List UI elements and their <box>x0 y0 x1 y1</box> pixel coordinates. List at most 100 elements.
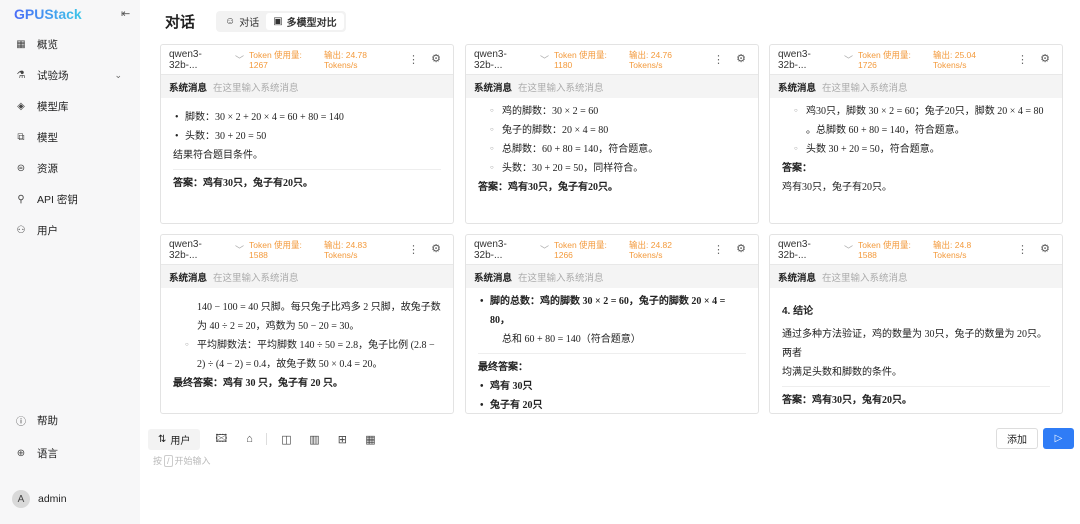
more-icon[interactable]: ⋮ <box>713 243 724 256</box>
response-content: 鸡30只，脚数 30 × 2 = 60；兔子20只，脚数 20 × 4 = 80… <box>770 98 1062 201</box>
add-button[interactable]: 添加 <box>996 428 1038 449</box>
panel-header: qwen3-32b-... ﹀ Token 使用量: 1588 输出: 24.8 To… <box>770 235 1062 265</box>
users-icon: ⚇ <box>16 224 26 236</box>
more-icon[interactable]: ⋮ <box>713 53 724 66</box>
output-speed: 输出: 24.76 Tokens/s <box>629 50 699 70</box>
sidebar-item-api-keys[interactable]: ⚲ API 密钥 <box>0 187 140 211</box>
model-select[interactable]: qwen3-32b-... <box>778 239 838 261</box>
more-icon[interactable]: ⋮ <box>408 243 419 256</box>
label: 系统消息 <box>474 82 513 94</box>
token-usage: Token 使用量: 1267 <box>249 50 319 70</box>
placeholder: 在这里输入系统消息 <box>822 82 908 94</box>
response-line: 结果符合题目条件。 <box>173 150 263 161</box>
mode-tabs: ☺ 对话 ▣ 多模型对比 <box>216 11 346 32</box>
chevron-down-icon[interactable]: ﹀ <box>235 243 249 256</box>
placeholder: 在这里输入系统消息 <box>518 82 604 94</box>
gear-icon[interactable]: ⚙ <box>1040 52 1050 65</box>
response-content: 4. 结论 通过多种方法验证，鸡的数量为 30只，兔子的数量为 20只。两者 均满足… <box>770 288 1062 413</box>
response-content: 鸡的脚数：30 × 2 = 60兔子的脚数：20 × 4 = 80总脚数：60 … <box>466 98 758 201</box>
model-select[interactable]: qwen3-32b-... <box>169 49 229 71</box>
model-panel: qwen3-32b-... ﹀ Token 使用量: 1266 输出: 24.82 T… <box>465 234 759 414</box>
system-message-input[interactable]: 系统消息 在这里输入系统消息 <box>770 265 1062 288</box>
logo: GPUStack <box>14 6 82 22</box>
system-message-input[interactable]: 系统消息 在这里输入系统消息 <box>770 75 1062 98</box>
chat-icon: ☺ <box>225 16 236 27</box>
model-select[interactable]: qwen3-32b-... <box>474 239 534 261</box>
response-line: 答案：鸡有30只，兔有20只。 <box>782 395 912 406</box>
unit: Tokens/s <box>933 60 967 70</box>
clear-icon[interactable]: ⌂ <box>238 433 260 445</box>
layout-grid-6-icon[interactable]: ▦ <box>359 433 381 446</box>
image-icon[interactable]: 🖾 <box>210 430 232 449</box>
response-content: 脚数：30 × 2 + 20 × 4 = 60 + 80 = 140头数：30 … <box>161 98 453 197</box>
message-input[interactable]: 按 / 开始输入 <box>153 454 211 467</box>
more-icon[interactable]: ⋮ <box>1017 53 1028 66</box>
model-select[interactable]: qwen3-32b-... <box>474 49 534 71</box>
server-icon: ⊜ <box>16 162 26 174</box>
compare-icon: ▣ <box>273 16 283 27</box>
sidebar-item-model-catalog[interactable]: ◈ 模型库 <box>0 94 140 118</box>
response-line: 脚的总数：鸡的脚数 30 × 2 = 60，兔子的脚数 20 × 4 = 80， <box>478 292 746 330</box>
model-select[interactable]: qwen3-32b-... <box>169 239 229 261</box>
tab-multi-model-compare[interactable]: ▣ 多模型对比 <box>266 13 344 30</box>
label: 输出: 24.82 <box>629 240 672 250</box>
user-menu[interactable]: Aadmin <box>0 487 140 511</box>
label: 模型 <box>37 131 58 144</box>
sidebar-item-help[interactable]: ⓘ 帮助 <box>0 408 140 432</box>
response-line: 答案：鸡有30只，兔子有20只。 <box>173 178 313 189</box>
gear-icon[interactable]: ⚙ <box>431 242 441 255</box>
system-message-input[interactable]: 系统消息 在这里输入系统消息 <box>161 75 453 98</box>
more-icon[interactable]: ⋮ <box>408 53 419 66</box>
placeholder: 在这里输入系统消息 <box>213 82 299 94</box>
system-message-input[interactable]: 系统消息 在这里输入系统消息 <box>466 265 758 288</box>
sidebar-item-language[interactable]: ⊕ 语言 <box>0 441 140 465</box>
sidebar-item-resources[interactable]: ⊜ 资源 <box>0 156 140 180</box>
model-panel: qwen3-32b-... ﹀ Token 使用量: 1588 输出: 24.8 To… <box>769 234 1063 414</box>
system-message-input[interactable]: 系统消息 在这里输入系统消息 <box>466 75 758 98</box>
gear-icon[interactable]: ⚙ <box>431 52 441 65</box>
gear-icon[interactable]: ⚙ <box>736 52 746 65</box>
sidebar-item-users[interactable]: ⚇ 用户 <box>0 218 140 242</box>
label: 系统消息 <box>474 272 513 284</box>
response-line: 鸡的脚数：30 × 2 = 60 <box>478 102 746 121</box>
response-line: 通过多种方法验证，鸡的数量为 30只，兔子的数量为 20只。两者 <box>782 329 1047 359</box>
chevron-down-icon[interactable]: ﹀ <box>540 243 554 256</box>
chevron-down-icon[interactable]: ﹀ <box>844 53 858 66</box>
tab-chat[interactable]: ☺ 对话 <box>218 13 266 30</box>
model-select[interactable]: qwen3-32b-... <box>778 49 838 71</box>
username: admin <box>38 493 67 505</box>
label: Token 使用量: <box>858 50 911 60</box>
system-message-input[interactable]: 系统消息 在这里输入系统消息 <box>161 265 453 288</box>
response-content: 脚的总数：鸡的脚数 30 × 2 = 60，兔子的脚数 20 × 4 = 80，… <box>466 288 758 413</box>
layout-3-col-icon[interactable]: ▥ <box>303 433 325 446</box>
collapse-sidebar-icon[interactable]: ⇤ <box>121 7 130 20</box>
more-icon[interactable]: ⋮ <box>1017 243 1028 256</box>
label: 帮助 <box>37 414 58 427</box>
sidebar-item-models[interactable]: ⧉ 模型 <box>0 125 140 149</box>
layout-2-col-icon[interactable]: ◫ <box>275 433 297 446</box>
model-panel: qwen3-32b-... ﹀ Token 使用量: 1267 输出: 24.78 T… <box>160 44 454 224</box>
chevron-down-icon[interactable]: ﹀ <box>235 53 249 66</box>
value: 1588 <box>249 250 268 260</box>
label: 多模型对比 <box>286 18 337 29</box>
gear-icon[interactable]: ⚙ <box>736 242 746 255</box>
label: Token 使用量: <box>249 50 302 60</box>
placeholder: 在这里输入系统消息 <box>518 272 604 284</box>
help-icon: ⓘ <box>16 416 26 428</box>
layout-grid-4-icon[interactable]: ⊞ <box>331 433 353 446</box>
sidebar-item-overview[interactable]: ▦ 概览 <box>0 32 140 56</box>
chevron-down-icon[interactable]: ﹀ <box>844 243 858 256</box>
response-line: 。总脚数 60 + 80 = 140，符合题意。 <box>806 125 965 136</box>
model-panel: qwen3-32b-... ﹀ Token 使用量: 1726 输出: 25.04 T… <box>769 44 1063 224</box>
response-line: 答案： <box>782 163 812 174</box>
label: 系统消息 <box>169 272 208 284</box>
label: 用户 <box>170 435 191 447</box>
unit: Tokens/s <box>933 250 967 260</box>
role-toggle-button[interactable]: ⇅ 用户 <box>148 428 201 450</box>
chevron-down-icon[interactable]: ﹀ <box>540 53 554 66</box>
send-button[interactable]: ▷ <box>1043 428 1074 449</box>
panel-header: qwen3-32b-... ﹀ Token 使用量: 1588 输出: 24.83 T… <box>161 235 453 265</box>
gear-icon[interactable]: ⚙ <box>1040 242 1050 255</box>
sidebar-item-playground[interactable]: ⚗ 试验场 ⌄ <box>0 63 140 87</box>
hint: 按 <box>153 456 163 466</box>
